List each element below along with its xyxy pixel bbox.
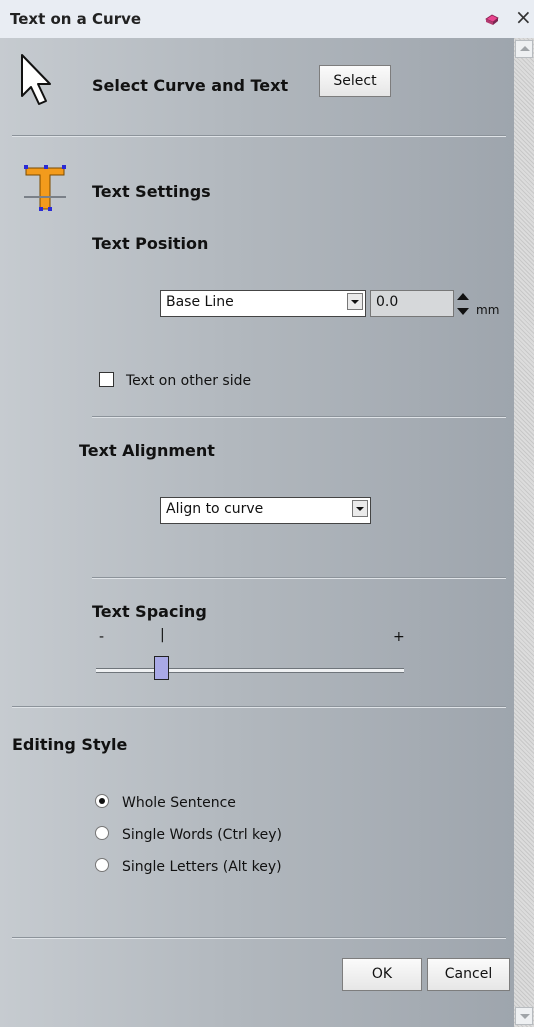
text-spacing-heading: Text Spacing bbox=[92, 602, 207, 621]
spacing-slider-track[interactable] bbox=[96, 668, 404, 673]
offset-input[interactable]: 0.0 bbox=[370, 290, 454, 317]
divider bbox=[92, 577, 506, 579]
radio-single-letters[interactable] bbox=[95, 858, 109, 872]
spacing-center-tick: | bbox=[160, 627, 165, 643]
divider bbox=[12, 937, 506, 939]
spacing-minus-label: - bbox=[99, 629, 105, 645]
divider bbox=[92, 416, 506, 418]
chevron-down-icon[interactable] bbox=[352, 500, 368, 517]
text-position-dropdown[interactable]: Base Line bbox=[160, 290, 366, 317]
title-bar: Text on a Curve × bbox=[0, 0, 534, 38]
text-position-heading: Text Position bbox=[92, 234, 209, 253]
single-words-label: Single Words (Ctrl key) bbox=[122, 827, 283, 843]
chevron-down-icon[interactable] bbox=[347, 293, 363, 310]
cursor-arrow-icon bbox=[18, 52, 56, 106]
text-t-icon bbox=[22, 163, 68, 211]
radio-whole-sentence[interactable] bbox=[95, 794, 109, 808]
text-position-value: Base Line bbox=[166, 294, 234, 310]
other-side-checkbox[interactable] bbox=[99, 372, 114, 387]
other-side-label: Text on other side bbox=[126, 373, 252, 389]
cancel-button[interactable]: Cancel bbox=[427, 958, 510, 991]
single-letters-label: Single Letters (Alt key) bbox=[122, 859, 282, 875]
divider bbox=[12, 135, 506, 137]
spacing-slider-thumb[interactable] bbox=[154, 656, 169, 680]
spacing-plus-label: + bbox=[393, 629, 405, 645]
offset-value: 0.0 bbox=[376, 294, 399, 310]
unit-label: mm bbox=[476, 303, 500, 317]
window-title: Text on a Curve bbox=[10, 10, 142, 28]
divider bbox=[12, 706, 506, 708]
tool-panel: Select Curve and Text Select Text Settin… bbox=[0, 38, 514, 1027]
vertical-scrollbar[interactable] bbox=[514, 38, 534, 1027]
select-curve-label: Select Curve and Text bbox=[92, 76, 289, 95]
pin-icon[interactable] bbox=[484, 12, 500, 26]
scroll-down-button[interactable] bbox=[515, 1007, 533, 1025]
scroll-up-button[interactable] bbox=[515, 40, 533, 58]
alignment-dropdown[interactable]: Align to curve bbox=[160, 497, 371, 524]
whole-sentence-label: Whole Sentence bbox=[122, 795, 236, 811]
close-icon[interactable]: × bbox=[515, 7, 532, 27]
offset-spinner[interactable] bbox=[455, 289, 471, 319]
radio-single-words[interactable] bbox=[95, 826, 109, 840]
ok-button[interactable]: OK bbox=[342, 958, 422, 991]
alignment-value: Align to curve bbox=[166, 501, 264, 517]
text-settings-heading: Text Settings bbox=[92, 182, 211, 201]
editing-style-heading: Editing Style bbox=[12, 735, 128, 754]
text-alignment-heading: Text Alignment bbox=[79, 441, 215, 460]
select-button[interactable]: Select bbox=[319, 65, 391, 97]
